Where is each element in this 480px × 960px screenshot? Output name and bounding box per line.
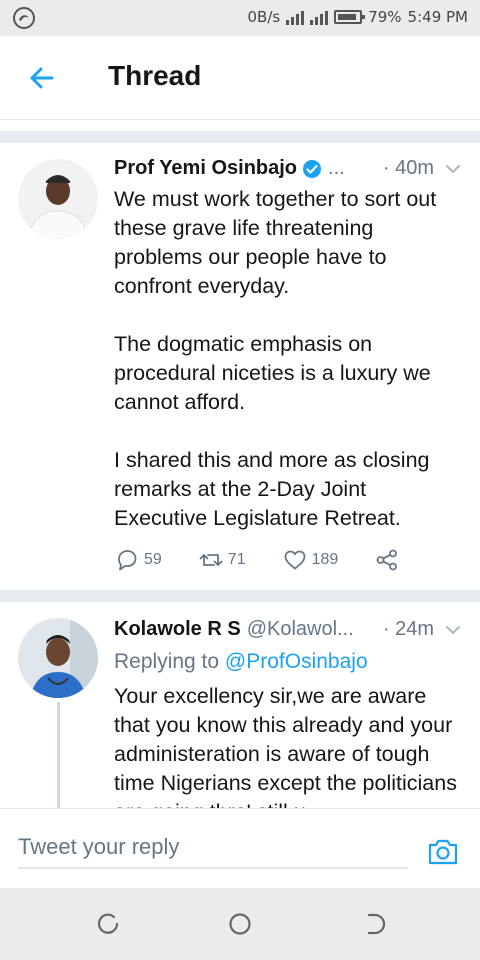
reply-icon	[118, 550, 137, 571]
thread-connector-line	[57, 702, 60, 808]
mention-link[interactable]: @ProfOsinbajo	[225, 650, 368, 673]
battery-icon	[334, 10, 366, 24]
heart-icon	[284, 550, 305, 570]
retweet-button[interactable]: 71	[198, 547, 246, 573]
camera-icon[interactable]	[426, 835, 460, 869]
arrow-left-icon[interactable]	[26, 62, 58, 94]
tweet-reply[interactable]: Kolawole R S @Kolawol... · 24m Replying …	[0, 602, 480, 808]
signal-icon	[286, 9, 305, 25]
chevron-down-icon[interactable]	[444, 621, 462, 639]
display-name[interactable]: Prof Yemi Osinbajo	[114, 157, 297, 180]
divider	[0, 590, 480, 602]
system-navigation-bar	[0, 888, 480, 960]
wifi-signal-icon	[310, 9, 329, 25]
tweet-header: Kolawole R S @Kolawol... · 24m	[114, 618, 462, 641]
share-button[interactable]	[374, 547, 404, 573]
user-handle[interactable]: ...	[328, 157, 345, 180]
tweet-time: · 40m	[382, 157, 434, 179]
tweet-time: · 24m	[382, 618, 434, 640]
reply-input[interactable]	[18, 827, 408, 869]
home-icon[interactable]	[226, 910, 254, 938]
retweet-icon	[199, 554, 223, 566]
display-name[interactable]: Kolawole R S	[114, 618, 241, 641]
back-nav-icon[interactable]	[360, 910, 388, 938]
replying-to-label: Replying to	[114, 650, 225, 673]
chevron-down-icon[interactable]	[444, 160, 462, 178]
retweet-count: 71	[227, 551, 246, 568]
share-icon	[376, 549, 398, 571]
clock: 5:49 PM	[407, 8, 468, 26]
app-header: Thread	[0, 36, 480, 120]
replying-to: Replying to @ProfOsinbajo	[114, 650, 368, 674]
reply-button[interactable]: 59	[114, 547, 162, 573]
avatar[interactable]	[18, 159, 98, 239]
tweet-main[interactable]: Prof Yemi Osinbajo ... · 40m We must wor…	[0, 143, 480, 590]
recent-apps-icon[interactable]	[94, 910, 122, 938]
status-bar: 0B/s 79% 5:49 PM	[0, 0, 480, 36]
like-count: 189	[311, 551, 339, 568]
user-handle[interactable]: @Kolawol...	[247, 618, 354, 641]
network-speed: 0B/s	[247, 8, 281, 26]
avatar[interactable]	[18, 618, 98, 698]
battery-percent: 79%	[368, 8, 402, 26]
tweet-actions: 59 71 189	[114, 545, 410, 575]
tweet-header: Prof Yemi Osinbajo ... · 40m	[114, 157, 462, 180]
tweet-text: We must work together to sort out these …	[114, 187, 437, 530]
page-title: Thread	[108, 60, 202, 91]
verified-badge-icon	[303, 159, 322, 178]
tweet-text: Your excellency sir,we are aware that yo…	[114, 684, 457, 808]
like-button[interactable]: 189	[282, 547, 339, 573]
reply-composer	[0, 808, 480, 888]
app-notification-icon	[13, 7, 35, 29]
reply-count: 59	[144, 551, 162, 568]
divider	[0, 131, 480, 143]
